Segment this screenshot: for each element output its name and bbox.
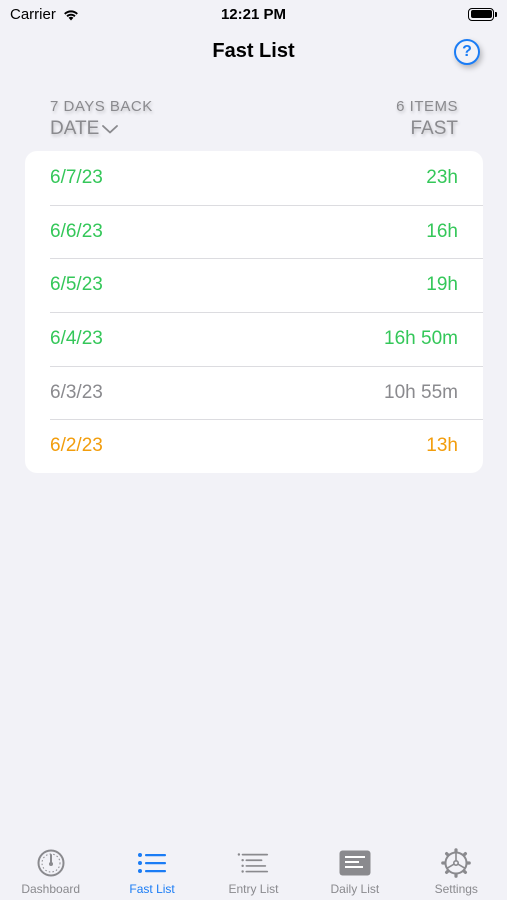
tab-settings[interactable]: Settings (406, 848, 507, 896)
fast-date: 6/7/23 (50, 166, 103, 188)
list-icon (138, 853, 167, 873)
tab-label: Fast List (129, 882, 175, 896)
date-sort-button[interactable]: DATE (50, 118, 119, 140)
tab-label: Daily List (330, 882, 380, 896)
fast-date: 6/2/23 (50, 435, 103, 457)
fast-date: 6/6/23 (50, 220, 103, 242)
help-button[interactable]: ? (454, 39, 480, 65)
question-mark-icon: ? (462, 43, 472, 60)
list-item[interactable]: 6/4/23 16h 50m (25, 312, 483, 366)
fast-date: 6/3/23 (50, 381, 103, 403)
range-caption: 7 DAYS BACK (50, 98, 153, 115)
list-item[interactable]: 6/7/23 23h (25, 151, 483, 205)
navigation-bar: Fast List ? (0, 30, 507, 74)
page-title: Fast List (212, 40, 295, 62)
daily-list-icon (339, 850, 371, 876)
fast-duration: 23h (426, 166, 458, 188)
fast-list: 6/7/23 23h 6/6/23 16h 6/5/23 19h 6/4/23 … (25, 151, 483, 474)
fast-column-label: FAST (410, 118, 458, 139)
fast-duration: 10h 55m (384, 381, 458, 403)
gauge-icon (37, 849, 65, 877)
date-column-label: DATE (50, 118, 100, 139)
fast-duration: 19h (426, 274, 458, 296)
fast-duration: 16h 50m (384, 327, 458, 349)
tab-entry-list[interactable]: Entry List (203, 848, 304, 896)
list-item[interactable]: 6/6/23 16h (25, 204, 483, 259)
tab-daily-list[interactable]: Daily List (304, 848, 405, 896)
tab-label: Settings (434, 882, 478, 896)
list-item[interactable]: 6/3/23 10h 55m (25, 365, 483, 420)
list-header: 7 DAYS BACK 6 ITEMS DATE FAST (50, 98, 458, 140)
gear-icon (441, 848, 472, 878)
fast-date: 6/5/23 (50, 274, 103, 296)
tab-label: Dashboard (21, 882, 81, 896)
fast-duration: 13h (426, 435, 458, 457)
chevron-down-icon (102, 125, 119, 134)
list-item[interactable]: 6/5/23 19h (25, 258, 483, 312)
tab-bar: Dashboard Fast List Entry List Daily Lis… (0, 840, 507, 900)
status-bar: Carrier 12:21 PM (0, 0, 507, 28)
item-count-caption: 6 ITEMS (396, 98, 458, 115)
tab-dashboard[interactable]: Dashboard (0, 848, 101, 896)
tab-fast-list[interactable]: Fast List (102, 848, 203, 896)
fast-duration: 16h (426, 220, 458, 242)
status-time: 12:21 PM (220, 5, 287, 23)
list-item[interactable]: 6/2/23 13h (25, 419, 483, 473)
tab-label: Entry List (228, 882, 279, 896)
fast-date: 6/4/23 (50, 327, 103, 349)
entry-list-icon (238, 853, 269, 873)
